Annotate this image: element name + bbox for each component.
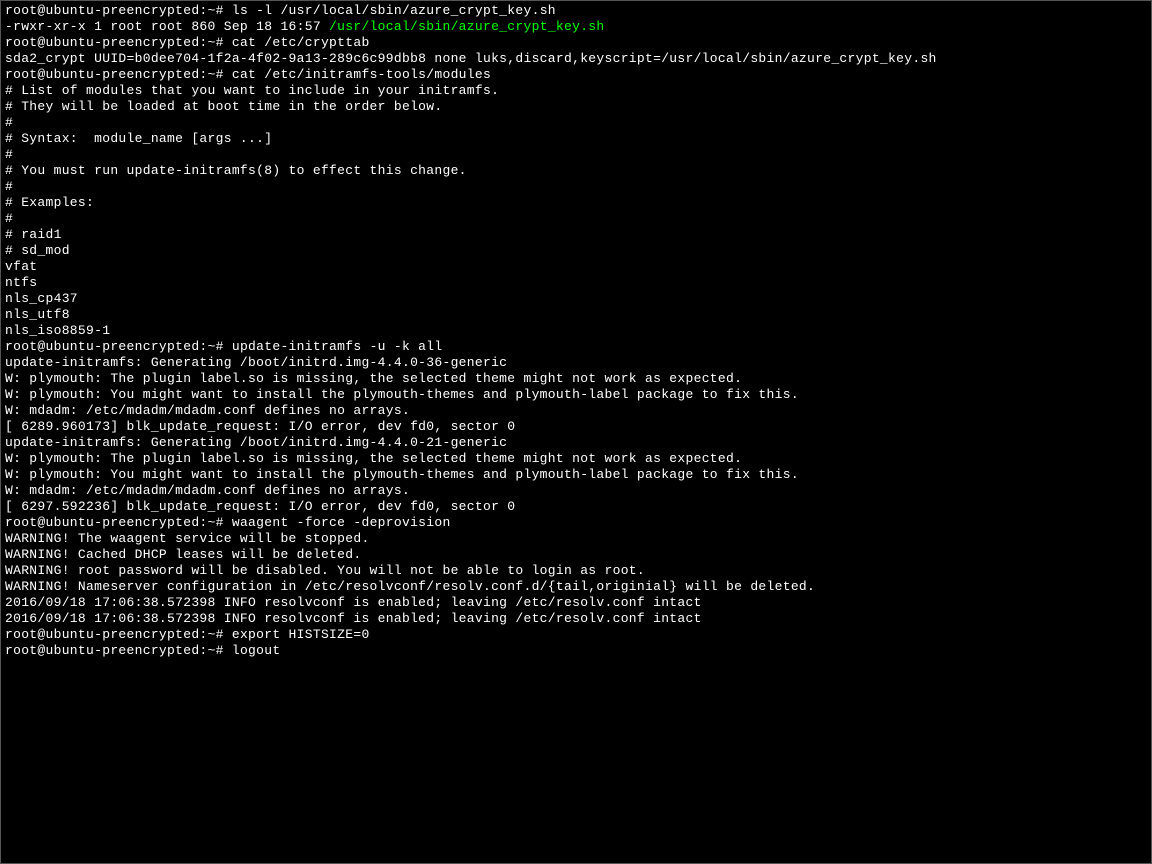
output-line: update-initramfs: Generating /boot/initr… <box>5 355 1147 371</box>
output-line: # <box>5 179 1147 195</box>
output-line: W: plymouth: You might want to install t… <box>5 467 1147 483</box>
output-line: # sd_mod <box>5 243 1147 259</box>
output-line: ntfs <box>5 275 1147 291</box>
output-line: 2016/09/18 17:06:38.572398 INFO resolvco… <box>5 595 1147 611</box>
shell-command: cat /etc/initramfs-tools/modules <box>232 67 491 82</box>
ls-perms: -rwxr-xr-x 1 root root 860 Sep 18 16:57 <box>5 19 329 34</box>
output-line: W: mdadm: /etc/mdadm/mdadm.conf defines … <box>5 403 1147 419</box>
shell-prompt: root@ubuntu-preencrypted:~# <box>5 627 232 642</box>
output-line: [ 6297.592236] blk_update_request: I/O e… <box>5 499 1147 515</box>
output-line: # List of modules that you want to inclu… <box>5 83 1147 99</box>
shell-prompt: root@ubuntu-preencrypted:~# <box>5 515 232 530</box>
output-line: nls_iso8859-1 <box>5 323 1147 339</box>
output-line: # They will be loaded at boot time in th… <box>5 99 1147 115</box>
output-line: W: mdadm: /etc/mdadm/mdadm.conf defines … <box>5 483 1147 499</box>
shell-command: export HISTSIZE=0 <box>232 627 370 642</box>
output-line: WARNING! root password will be disabled.… <box>5 563 1147 579</box>
output-line: 2016/09/18 17:06:38.572398 INFO resolvco… <box>5 611 1147 627</box>
terminal-line: root@ubuntu-preencrypted:~# cat /etc/cry… <box>5 35 1147 51</box>
shell-command: waagent -force -deprovision <box>232 515 451 530</box>
ls-filepath: /usr/local/sbin/azure_crypt_key.sh <box>329 19 604 34</box>
shell-prompt: root@ubuntu-preencrypted:~# <box>5 339 232 354</box>
terminal-line: root@ubuntu-preencrypted:~# cat /etc/ini… <box>5 67 1147 83</box>
output-line: W: plymouth: The plugin label.so is miss… <box>5 371 1147 387</box>
output-line: nls_cp437 <box>5 291 1147 307</box>
terminal[interactable]: root@ubuntu-preencrypted:~# ls -l /usr/l… <box>5 3 1147 659</box>
shell-prompt: root@ubuntu-preencrypted:~# <box>5 3 232 18</box>
terminal-line: root@ubuntu-preencrypted:~# export HISTS… <box>5 627 1147 643</box>
shell-command: update-initramfs -u -k all <box>232 339 443 354</box>
output-line: [ 6289.960173] blk_update_request: I/O e… <box>5 419 1147 435</box>
output-line: WARNING! Cached DHCP leases will be dele… <box>5 547 1147 563</box>
shell-prompt: root@ubuntu-preencrypted:~# <box>5 67 232 82</box>
output-line: # You must run update-initramfs(8) to ef… <box>5 163 1147 179</box>
output-line: WARNING! The waagent service will be sto… <box>5 531 1147 547</box>
shell-command: logout <box>232 643 281 658</box>
output-line: # <box>5 211 1147 227</box>
shell-prompt: root@ubuntu-preencrypted:~# <box>5 643 232 658</box>
output-line: # raid1 <box>5 227 1147 243</box>
terminal-line: root@ubuntu-preencrypted:~# logout <box>5 643 1147 659</box>
terminal-line: root@ubuntu-preencrypted:~# update-initr… <box>5 339 1147 355</box>
terminal-line: -rwxr-xr-x 1 root root 860 Sep 18 16:57 … <box>5 19 1147 35</box>
shell-prompt: root@ubuntu-preencrypted:~# <box>5 35 232 50</box>
output-line: update-initramfs: Generating /boot/initr… <box>5 435 1147 451</box>
terminal-line: root@ubuntu-preencrypted:~# waagent -for… <box>5 515 1147 531</box>
output-line: W: plymouth: The plugin label.so is miss… <box>5 451 1147 467</box>
terminal-line: root@ubuntu-preencrypted:~# ls -l /usr/l… <box>5 3 1147 19</box>
shell-command: ls -l /usr/local/sbin/azure_crypt_key.sh <box>232 3 556 18</box>
shell-command: cat /etc/crypttab <box>232 35 370 50</box>
output-line: # <box>5 147 1147 163</box>
output-line: # Syntax: module_name [args ...] <box>5 131 1147 147</box>
output-line: # <box>5 115 1147 131</box>
output-line: # Examples: <box>5 195 1147 211</box>
output-line: W: plymouth: You might want to install t… <box>5 387 1147 403</box>
output-line: vfat <box>5 259 1147 275</box>
output-line: WARNING! Nameserver configuration in /et… <box>5 579 1147 595</box>
output-line: sda2_crypt UUID=b0dee704-1f2a-4f02-9a13-… <box>5 51 1147 67</box>
output-line: nls_utf8 <box>5 307 1147 323</box>
